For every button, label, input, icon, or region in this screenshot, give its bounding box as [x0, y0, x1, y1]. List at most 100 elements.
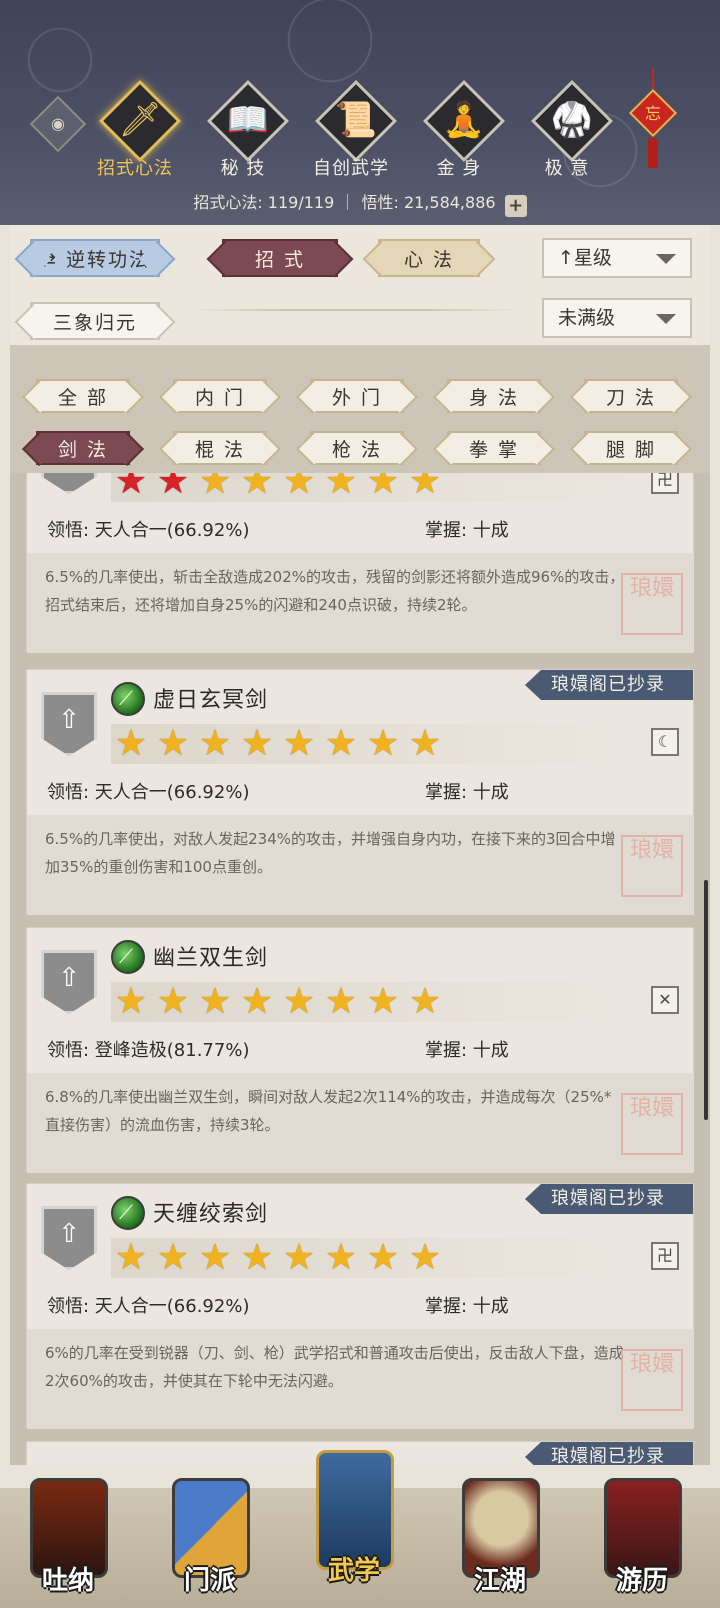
eye-icon: ◉ — [51, 114, 65, 133]
langhuan-stamp: 琅嬛 — [621, 1349, 683, 1411]
nav-jianghu[interactable]: 江湖 — [450, 1468, 550, 1608]
add-insight-button[interactable]: + — [504, 195, 527, 217]
description-box: 6.5%的几率使出，斩击全敌造成202%的攻击，残留的剑影还将额外造成96%的攻… — [27, 553, 694, 653]
bottom-nav: 吐纳 门派 武学 江湖 游历 — [0, 1438, 720, 1608]
sort-value: 星级 — [573, 247, 612, 269]
comprehension-label: 领悟: 天人合一(66.92%) — [47, 782, 250, 803]
star-icon: ★ — [114, 473, 148, 502]
arrow-up-icon: ⇧ — [58, 1219, 80, 1249]
star-icon: ★ — [114, 981, 148, 1022]
tab-label: 秘 技 — [220, 158, 266, 179]
nav-travel[interactable]: 游历 — [592, 1468, 692, 1608]
type-movement[interactable]: 身 法 — [447, 379, 541, 413]
description-box: 6%的几率在受到锐器（刀、剑、枪）武学招式和普通攻击后使出，反击敌人下盘，造成2… — [27, 1329, 694, 1429]
type-fist[interactable]: 拳 掌 — [447, 431, 541, 465]
star-rating: ★ ★ ★ ★ ★ ★ ★ ★ — [111, 982, 641, 1022]
type-leg[interactable]: 腿 脚 — [584, 431, 678, 465]
sanxiang-guiyuan-button[interactable]: 三象归元 — [30, 302, 160, 340]
star-icon: ★ — [366, 473, 400, 502]
star-icon: ★ — [114, 1237, 148, 1278]
knot-tassel — [648, 138, 658, 168]
type-blade[interactable]: 刀 法 — [584, 379, 678, 413]
description-box: 6.5%的几率使出，对敌人发起234%的攻击，并增强自身内功，在接下来的3回合中… — [27, 815, 694, 915]
tab-moves[interactable]: 招 式 — [222, 239, 338, 277]
type-inner[interactable]: 内 门 — [173, 379, 267, 413]
chinese-knot-button[interactable]: 忘 — [628, 68, 680, 176]
star-icon: ★ — [408, 723, 442, 764]
nav-breathing[interactable]: 吐纳 — [18, 1468, 118, 1608]
star-icon: ★ — [324, 981, 358, 1022]
mastery-label: 掌握: 十成 — [425, 1296, 509, 1317]
level-filter-dropdown[interactable]: 未满级 — [542, 298, 692, 338]
star-icon: ★ — [408, 473, 442, 502]
tab-secret-skill[interactable]: 📖 秘 技 — [194, 79, 294, 184]
seal-icon[interactable]: 卍 — [651, 473, 679, 494]
arrow-up-icon: ⇧ — [58, 705, 80, 735]
moves-count: 招式心法: 119/119 — [193, 193, 335, 212]
type-outer[interactable]: 外 门 — [310, 379, 404, 413]
skill-card[interactable]: ⇧ ★ ★ ★ ★ ★ ★ ★ ★ 卍 领悟: 天人合一(66.92%) 掌握: 十成 6.5… — [26, 473, 694, 653]
upgrade-shield-icon[interactable]: ⇧ — [41, 692, 97, 756]
upgrade-shield-icon[interactable]: ⇧ — [41, 473, 97, 494]
skill-card[interactable]: ⇧ ⟋ 幽兰双生剑 ★ ★ ★ ★ ★ ★ ★ ★ ✕ 领悟: 登峰造极(81.77%) 掌握… — [26, 927, 694, 1173]
seal-icon[interactable]: ☾ — [651, 728, 679, 756]
upgrade-shield-icon[interactable]: ⇧ — [41, 1206, 97, 1270]
star-icon: ★ — [324, 1237, 358, 1278]
ornament-divider — [190, 309, 520, 311]
type-staff[interactable]: 棍 法 — [173, 431, 267, 465]
tab-ultimate[interactable]: 🥋 极 意 — [518, 79, 618, 184]
mastery-label: 掌握: 十成 — [425, 1040, 509, 1061]
skill-description: 6.5%的几率使出，斩击全敌造成202%的攻击，残留的剑影还将额外造成96%的攻… — [45, 568, 625, 614]
tab-label: 极 意 — [544, 158, 590, 179]
star-icon: ★ — [156, 1237, 190, 1278]
scroll-icon: 📜 — [334, 100, 378, 140]
nav-label: 门派 — [183, 1566, 236, 1596]
star-rating: ★ ★ ★ ★ ★ ★ ★ ★ — [111, 1238, 641, 1278]
tab-mind-method[interactable]: 心 法 — [378, 239, 480, 277]
type-all[interactable]: 全 部 — [36, 379, 130, 413]
martial-pose-icon: 🥋 — [550, 100, 594, 140]
tab-label: 自创武学 — [313, 158, 389, 179]
star-icon: ★ — [408, 1237, 442, 1278]
chevron-down-icon — [656, 254, 676, 264]
skill-card[interactable]: 琅嬛阁已抄录 ⇧ ⟋ 虚日玄冥剑 ★ ★ ★ ★ ★ ★ ★ ★ ☾ 领悟: 天人合一(66.… — [26, 669, 694, 915]
star-icon: ★ — [324, 723, 358, 764]
skill-name: 天缠绞索剑 — [153, 1202, 269, 1227]
type-spear[interactable]: 枪 法 — [310, 431, 404, 465]
seal-icon[interactable]: ✕ — [651, 986, 679, 1014]
nav-sect[interactable]: 门派 — [160, 1468, 260, 1608]
arrow-up-icon: ⇧ — [58, 963, 80, 993]
langhuan-stamp: 琅嬛 — [621, 835, 683, 897]
tab-label: 金 身 — [436, 158, 482, 179]
upgrade-shield-icon[interactable]: ⇧ — [41, 950, 97, 1014]
sort-star-dropdown[interactable]: ↑星级 — [542, 238, 692, 278]
langhuan-stamp: 琅嬛 — [621, 573, 683, 635]
scrollbar[interactable] — [704, 880, 708, 1120]
stats-divider — [347, 194, 349, 210]
top-header: ◉ 🗡 招式心法 📖 秘 技 📜 自创武学 🧘 金 身 🥋 极 意 忘 招式心法… — [0, 0, 720, 225]
star-icon: ★ — [282, 981, 316, 1022]
seal-icon[interactable]: 卍 — [651, 1242, 679, 1270]
sword-icon: 🗡 — [118, 100, 162, 140]
nav-martial-arts[interactable]: 武学 — [304, 1438, 404, 1586]
star-icon: ★ — [408, 981, 442, 1022]
star-icon: ★ — [198, 1237, 232, 1278]
skill-card[interactable]: 琅嬛阁已抄录 ⇧ ⟋ 天缠绞索剑 ★ ★ ★ ★ ★ ★ ★ ★ 卍 领悟: 天人合一(66.… — [26, 1183, 694, 1429]
star-icon: ★ — [198, 723, 232, 764]
comprehension-label: 领悟: 登峰造极(81.77%) — [47, 1040, 250, 1061]
comprehension-label: 领悟: 天人合一(66.92%) — [47, 1296, 250, 1317]
skill-description: 6%的几率在受到锐器（刀、剑、枪）武学招式和普通攻击后使出，反击敌人下盘，造成2… — [45, 1344, 624, 1390]
star-icon: ★ — [198, 473, 232, 502]
tab-self-created[interactable]: 📜 自创武学 — [302, 79, 402, 184]
star-rating: ★ ★ ★ ★ ★ ★ ★ ★ — [111, 724, 641, 764]
tab-golden-body[interactable]: 🧘 金 身 — [410, 79, 510, 184]
skill-list[interactable]: ⇧ ★★★★★★★★ 卍 领悟: 天人合一(66.92%) 掌握: 十成 6.5… — [26, 473, 694, 1465]
star-icon: ★ — [324, 473, 358, 502]
nav-label: 吐纳 — [41, 1566, 94, 1596]
sword-type-icon: ⟋ — [111, 682, 145, 716]
star-icon: ★ — [198, 981, 232, 1022]
tab-moves-mind[interactable]: 🗡 招式心法 — [86, 79, 186, 184]
copied-ribbon: 琅嬛阁已抄录 — [525, 670, 693, 700]
reverse-technique-button[interactable]: ⇄ 逆转功法 — [30, 239, 160, 277]
type-sword[interactable]: 剑 法 — [36, 431, 130, 465]
